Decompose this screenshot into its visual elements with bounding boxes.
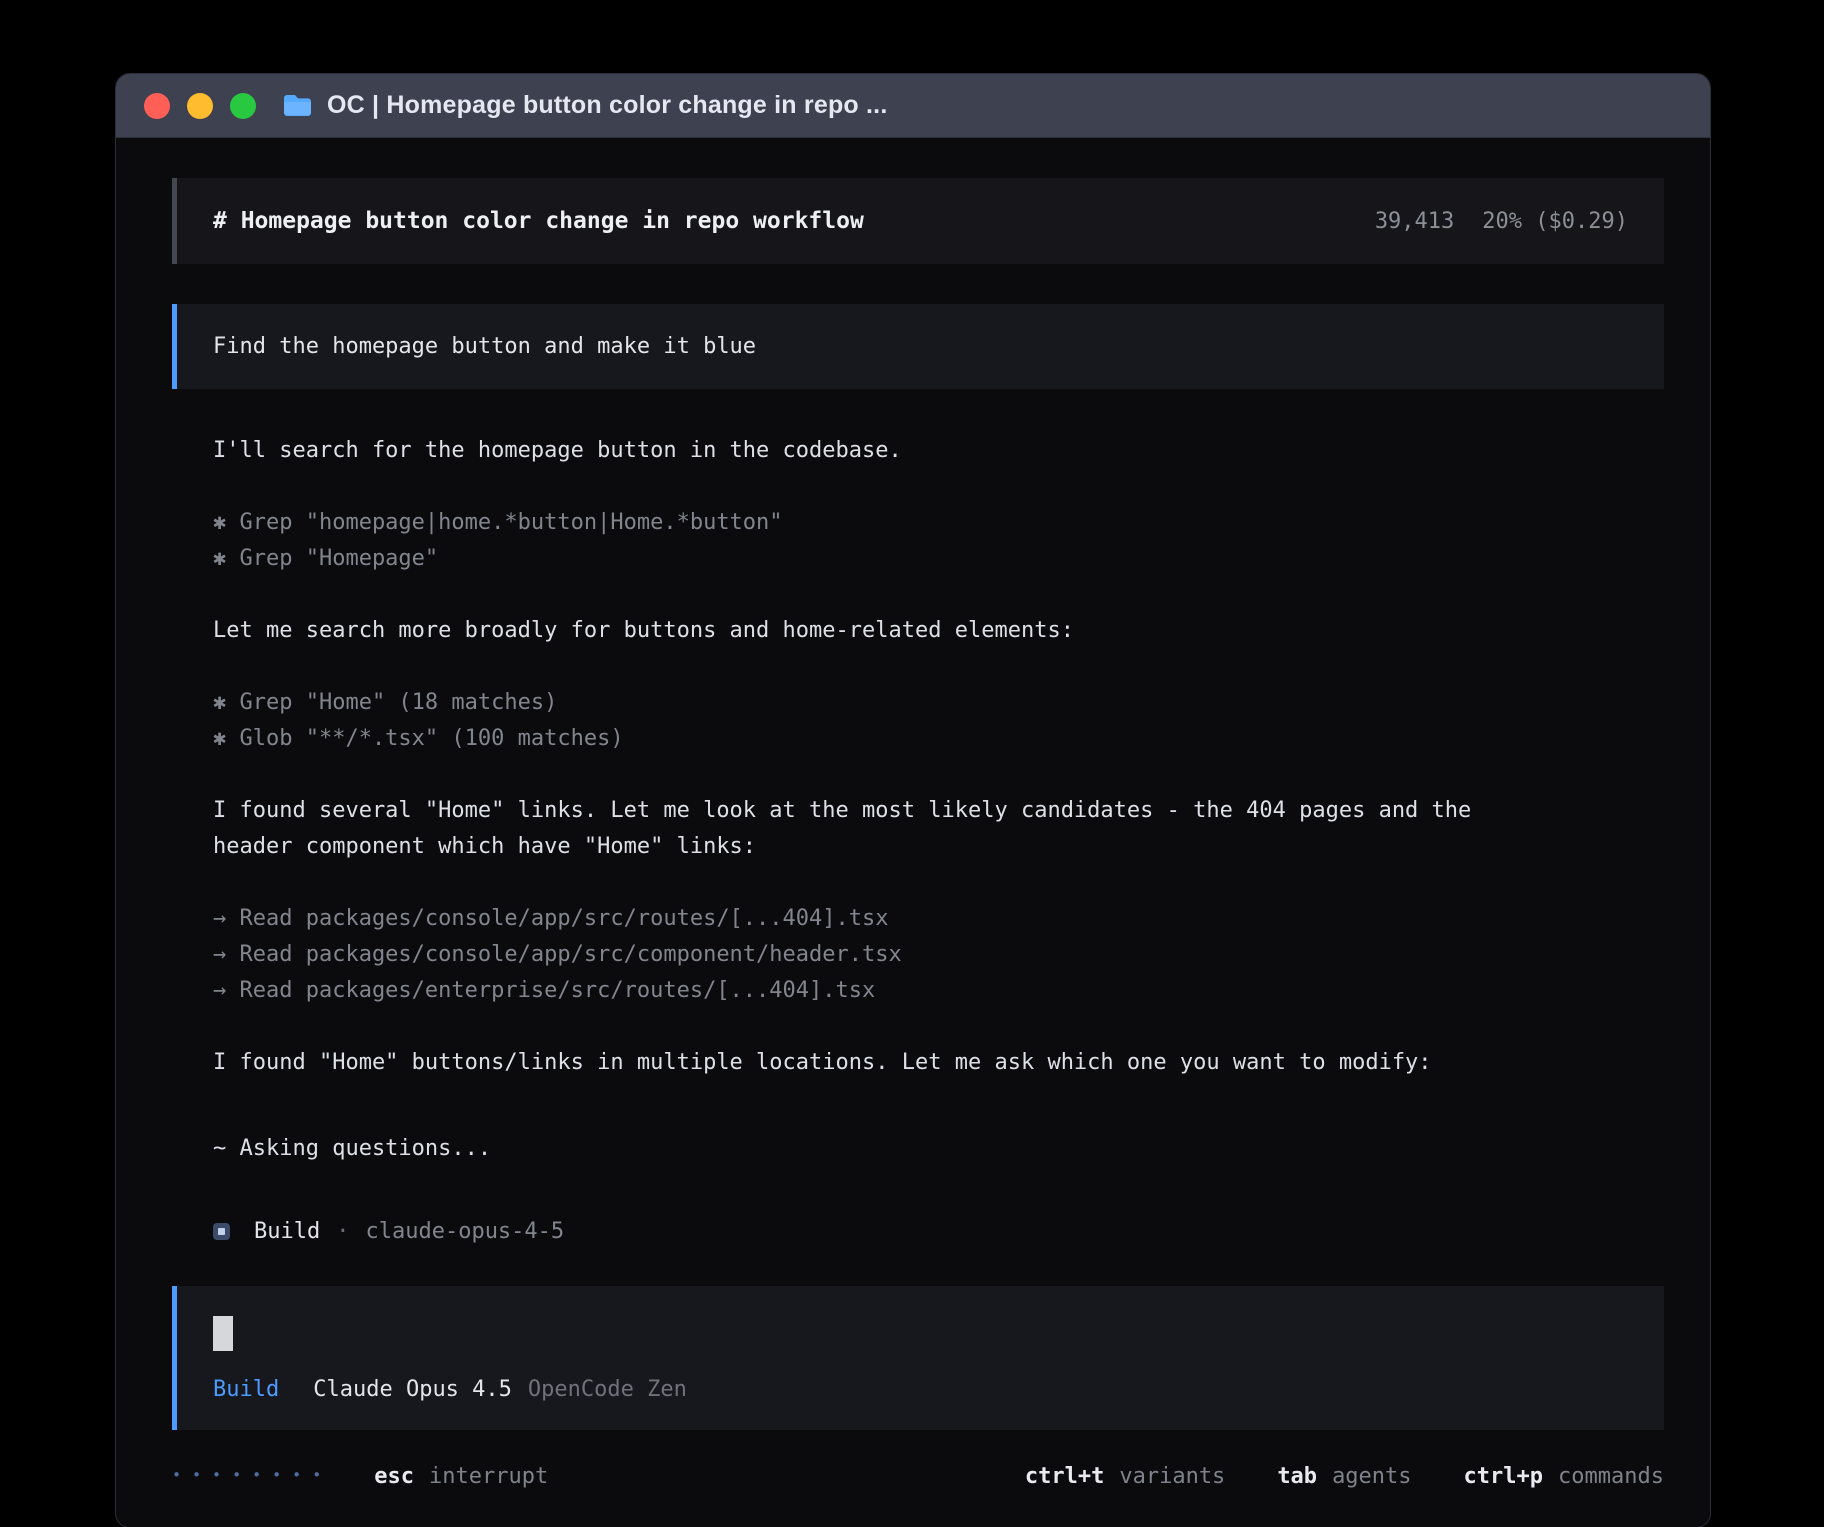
hint-variants: ctrl+t variants <box>1025 1464 1225 1489</box>
traffic-lights <box>144 93 256 119</box>
tool-call-glob: ✱ Glob "**/*.tsx" (100 matches) <box>213 721 1664 757</box>
spinner-dots-icon: •••••••• <box>172 1466 332 1484</box>
hint-agents: tab agents <box>1277 1464 1411 1489</box>
agent-mode-label: Build <box>213 1377 279 1402</box>
session-stats: 39,413 20% ($0.29) <box>1375 209 1628 234</box>
agent-name: Build <box>254 1219 320 1244</box>
minimize-button[interactable] <box>187 93 213 119</box>
prompt-status-row: Build Claude Opus 4.5 OpenCode Zen <box>213 1377 1628 1402</box>
status-bar-right: ctrl+t variants tab agents ctrl+p comman… <box>1025 1464 1664 1489</box>
window-title: OC | Homepage button color change in rep… <box>327 91 887 120</box>
titlebar[interactable]: OC | Homepage button color change in rep… <box>116 74 1710 138</box>
status-bar-left: •••••••• esc interrupt <box>172 1464 548 1489</box>
separator-dot: · <box>336 1219 349 1244</box>
user-message: Find the homepage button and make it blu… <box>172 304 1664 389</box>
session-title: # Homepage button color change in repo w… <box>213 208 864 234</box>
hint-key: tab <box>1277 1464 1317 1489</box>
assistant-message: Let me search more broadly for buttons a… <box>213 613 1664 649</box>
tool-call-grep: ✱ Grep "Home" (18 matches) <box>213 685 1664 721</box>
text-cursor <box>213 1316 233 1351</box>
zoom-button[interactable] <box>230 93 256 119</box>
hint-label: interrupt <box>429 1464 548 1489</box>
hint-key: esc <box>374 1464 414 1489</box>
tool-call-grep: ✱ Grep "homepage|home.*button|Home.*butt… <box>213 505 1664 541</box>
model-id: claude-opus-4-5 <box>365 1219 564 1244</box>
token-count: 39,413 <box>1375 209 1454 234</box>
assistant-message: I found several "Home" links. Let me loo… <box>213 793 1523 865</box>
conversation: I'll search for the homepage button in t… <box>213 433 1664 1167</box>
hint-label: agents <box>1332 1464 1411 1489</box>
hint-key: ctrl+p <box>1464 1464 1543 1489</box>
folder-icon <box>282 93 313 118</box>
terminal-window: OC | Homepage button color change in rep… <box>116 74 1710 1527</box>
asking-questions-status: ~ Asking questions... <box>213 1131 1664 1167</box>
session-header: # Homepage button color change in repo w… <box>172 178 1664 264</box>
close-button[interactable] <box>144 93 170 119</box>
provider-label: OpenCode Zen <box>528 1377 687 1402</box>
hint-interrupt: esc interrupt <box>374 1464 548 1489</box>
hint-label: variants <box>1119 1464 1225 1489</box>
tool-call-grep: ✱ Grep "Homepage" <box>213 541 1664 577</box>
agent-status-line: Build · claude-opus-4-5 <box>213 1219 1664 1244</box>
tool-call-read: → Read packages/enterprise/src/routes/[.… <box>213 973 1664 1009</box>
hint-commands: ctrl+p commands <box>1464 1464 1664 1489</box>
assistant-message: I'll search for the homepage button in t… <box>213 433 1664 469</box>
tool-call-read: → Read packages/console/app/src/routes/[… <box>213 901 1664 937</box>
terminal-content: # Homepage button color change in repo w… <box>116 138 1710 1527</box>
hint-label: commands <box>1558 1464 1664 1489</box>
prompt-input[interactable]: Build Claude Opus 4.5 OpenCode Zen <box>172 1286 1664 1430</box>
tool-call-read: → Read packages/console/app/src/componen… <box>213 937 1664 973</box>
hint-key: ctrl+t <box>1025 1464 1104 1489</box>
status-bar: •••••••• esc interrupt ctrl+t variants t… <box>172 1464 1664 1489</box>
model-name-label: Claude Opus 4.5 <box>313 1377 512 1402</box>
assistant-message: I found "Home" buttons/links in multiple… <box>213 1045 1664 1081</box>
agent-badge-icon <box>213 1223 230 1240</box>
user-message-text: Find the homepage button and make it blu… <box>213 334 756 359</box>
context-usage: 20% ($0.29) <box>1482 209 1628 234</box>
